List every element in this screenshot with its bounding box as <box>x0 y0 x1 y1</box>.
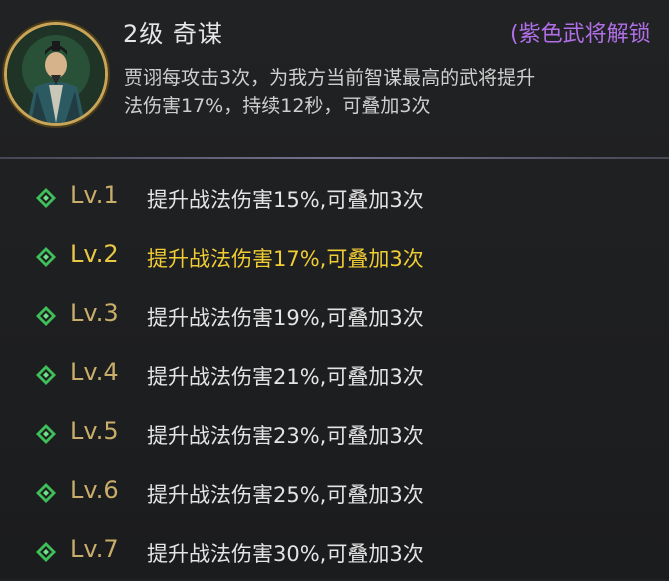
green-gem-icon <box>36 365 56 385</box>
level-label: Lv.4 <box>70 358 119 386</box>
level-effect: 提升战法伤害21%,可叠加3次 <box>147 365 424 389</box>
skill-description-line: 贾诩每攻击3次，为我方当前智谋最高的武将提升 <box>124 67 536 89</box>
level-label: Lv.6 <box>70 476 119 504</box>
level-effect: 提升战法伤害19%,可叠加3次 <box>147 306 424 330</box>
level-row-1: Lv.1 提升战法伤害15%,可叠加3次 <box>0 168 669 227</box>
level-label: Lv.7 <box>70 535 119 563</box>
divider <box>0 157 669 159</box>
green-gem-icon <box>36 247 56 267</box>
level-row-2: Lv.2 提升战法伤害17%,可叠加3次 <box>0 227 669 286</box>
green-gem-icon <box>36 306 56 326</box>
level-label: Lv.5 <box>70 417 119 445</box>
green-gem-icon <box>36 424 56 444</box>
level-list: Lv.1 提升战法伤害15%,可叠加3次 Lv.2 提升战法伤害17%,可叠加3… <box>0 168 669 581</box>
level-row-7: Lv.7 提升战法伤害30%,可叠加3次 <box>0 522 669 581</box>
unlock-requirement: (紫色武将解锁 <box>510 22 651 47</box>
general-portrait <box>4 22 108 126</box>
level-label: Lv.2 <box>70 240 119 268</box>
level-row-6: Lv.6 提升战法伤害25%,可叠加3次 <box>0 463 669 522</box>
skill-description-line: 法伤害17%，持续12秒，可叠加3次 <box>124 95 431 117</box>
general-portrait-image <box>7 25 105 123</box>
level-row-4: Lv.4 提升战法伤害21%,可叠加3次 <box>0 345 669 404</box>
skill-title: 2级 奇谋 <box>123 20 223 48</box>
level-label: Lv.1 <box>70 181 119 209</box>
level-label: Lv.3 <box>70 299 119 327</box>
skill-header: 2级 奇谋 (紫色武将解锁 贾诩每攻击3次，为我方当前智谋最高的武将提升 法伤害… <box>0 0 669 160</box>
green-gem-icon <box>36 188 56 208</box>
level-effect: 提升战法伤害17%,可叠加3次 <box>147 247 424 271</box>
skill-description: 贾诩每攻击3次，为我方当前智谋最高的武将提升 法伤害17%，持续12秒，可叠加3… <box>124 64 669 120</box>
level-effect: 提升战法伤害23%,可叠加3次 <box>147 424 424 448</box>
green-gem-icon <box>36 483 56 503</box>
level-effect: 提升战法伤害15%,可叠加3次 <box>147 188 424 212</box>
level-row-3: Lv.3 提升战法伤害19%,可叠加3次 <box>0 286 669 345</box>
green-gem-icon <box>36 542 56 562</box>
level-row-5: Lv.5 提升战法伤害23%,可叠加3次 <box>0 404 669 463</box>
level-effect: 提升战法伤害25%,可叠加3次 <box>147 483 424 507</box>
level-effect: 提升战法伤害30%,可叠加3次 <box>147 542 424 566</box>
